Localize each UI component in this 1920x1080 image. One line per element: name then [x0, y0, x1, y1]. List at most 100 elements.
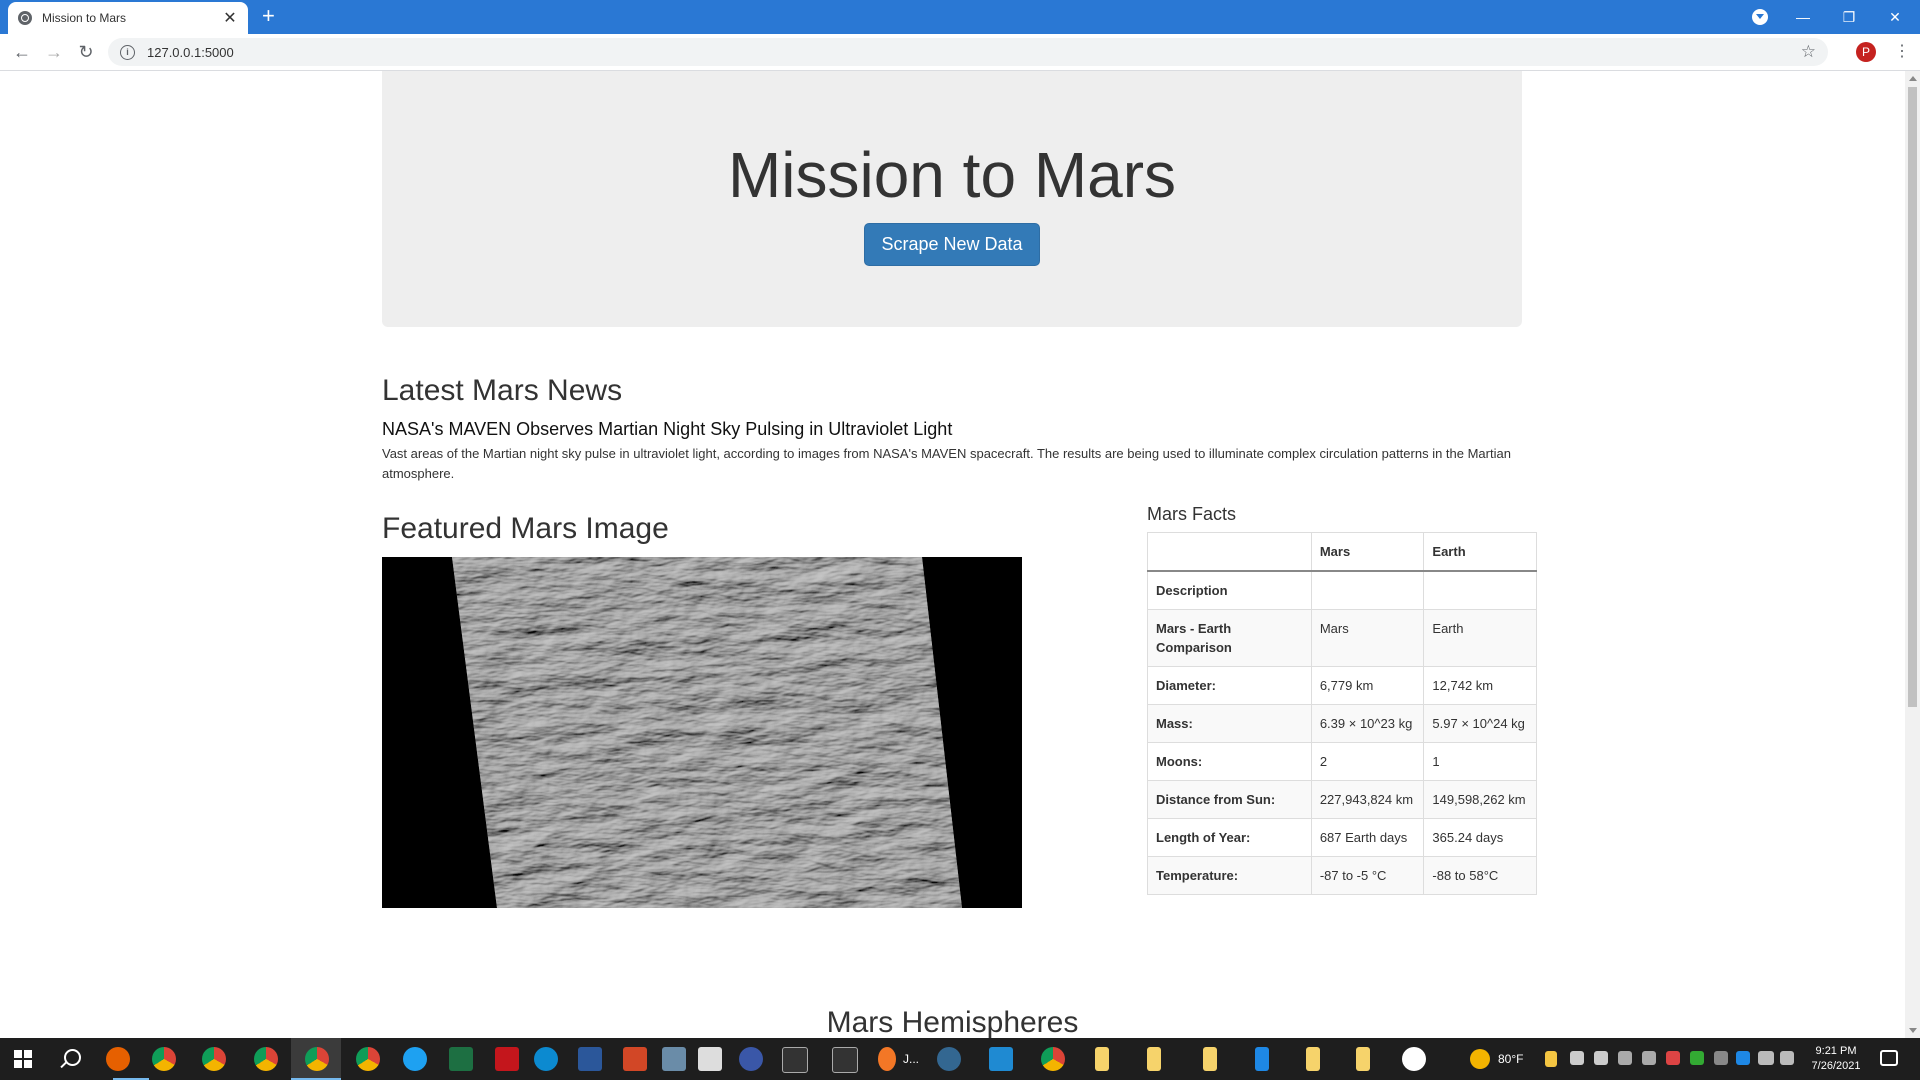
- postgres-icon[interactable]: [937, 1047, 961, 1071]
- network-icon[interactable]: [1758, 1051, 1774, 1065]
- terminal-icon[interactable]: [782, 1047, 808, 1073]
- file-icon[interactable]: [1095, 1047, 1109, 1071]
- tray-icon[interactable]: [1570, 1051, 1584, 1065]
- weather-temp: 80°F: [1498, 1052, 1524, 1066]
- acrobat-icon[interactable]: [495, 1047, 519, 1071]
- jupyter-icon[interactable]: [878, 1047, 896, 1071]
- forward-arrow-icon[interactable]: →: [42, 40, 66, 64]
- system-clock[interactable]: 9:21 PM 7/26/2021: [1800, 1044, 1872, 1074]
- page-viewport: Mission to Mars Scrape New Data Latest M…: [0, 71, 1905, 1038]
- download-icon[interactable]: [1255, 1047, 1269, 1071]
- mars-facts-heading: Mars Facts: [1147, 504, 1237, 524]
- vscode-icon[interactable]: [989, 1047, 1013, 1071]
- file-icon[interactable]: [1306, 1047, 1320, 1071]
- tray-icon[interactable]: [1690, 1051, 1704, 1065]
- security-icon[interactable]: [1545, 1051, 1557, 1067]
- back-arrow-icon[interactable]: ←: [10, 40, 34, 64]
- edge-icon[interactable]: [534, 1047, 558, 1071]
- address-bar[interactable]: i 127.0.0.1:5000 ☆: [108, 38, 1828, 66]
- store-icon[interactable]: [698, 1047, 722, 1071]
- page-scrollbar[interactable]: [1905, 71, 1920, 1038]
- earth-value: 365.24 days: [1423, 818, 1537, 857]
- close-window-button[interactable]: ✕: [1872, 0, 1918, 34]
- chrome-icon[interactable]: [254, 1047, 278, 1071]
- app-icon[interactable]: [739, 1047, 763, 1071]
- tab-title: Mission to Mars: [42, 11, 127, 25]
- search-icon[interactable]: [64, 1049, 81, 1066]
- chrome-icon[interactable]: [152, 1047, 176, 1071]
- scroll-down-icon[interactable]: [1909, 1028, 1917, 1033]
- earth-value: 1: [1423, 742, 1537, 781]
- featured-image-heading: Featured Mars Image: [382, 512, 669, 545]
- firefox-icon[interactable]: [106, 1047, 130, 1071]
- close-tab-icon[interactable]: ✕: [222, 8, 238, 28]
- reload-icon[interactable]: ↻: [74, 40, 98, 64]
- table-header-row: Mars Earth: [1147, 532, 1537, 572]
- news-paragraph: Vast areas of the Martian night sky puls…: [382, 446, 1511, 481]
- table-header-cell: Earth: [1423, 532, 1537, 572]
- scroll-up-icon[interactable]: [1909, 76, 1917, 81]
- notifications-icon[interactable]: [1880, 1050, 1898, 1066]
- file-icon[interactable]: [1203, 1047, 1217, 1071]
- news-heading: Latest Mars News: [382, 374, 623, 407]
- tray-icon[interactable]: [1666, 1051, 1680, 1065]
- excel-icon[interactable]: [449, 1047, 473, 1071]
- tray-icon[interactable]: [1642, 1051, 1656, 1065]
- powerpoint-icon[interactable]: [623, 1047, 647, 1071]
- file-icon[interactable]: [1356, 1047, 1370, 1071]
- chrome-icon[interactable]: [1041, 1047, 1065, 1071]
- tray-icon[interactable]: [1736, 1051, 1750, 1065]
- mars-value: 687 Earth days: [1310, 818, 1425, 857]
- mars-facts-table: Mars Earth Description Mars - Earth Comp…: [1147, 532, 1537, 895]
- globe-icon: [18, 11, 32, 25]
- table-row: Moons: 2 1: [1147, 742, 1537, 781]
- row-label: Mars - Earth Comparison: [1147, 609, 1312, 667]
- mars-value: 6,779 km: [1310, 666, 1425, 705]
- table-header-cell: [1147, 532, 1312, 572]
- table-row: Description: [1147, 570, 1537, 610]
- internet-explorer-icon[interactable]: [403, 1047, 427, 1071]
- minimize-button[interactable]: —: [1780, 0, 1826, 34]
- page-title: Mission to Mars: [727, 139, 1177, 211]
- chrome-icon[interactable]: [202, 1047, 226, 1071]
- earth-value: 12,742 km: [1423, 666, 1537, 705]
- row-label: Moons:: [1147, 742, 1312, 781]
- chrome-icon[interactable]: [356, 1047, 380, 1071]
- url-text[interactable]: 127.0.0.1:5000: [147, 45, 234, 60]
- weather-sun-icon[interactable]: [1470, 1049, 1490, 1069]
- scrollbar-thumb[interactable]: [1908, 87, 1917, 707]
- calculator-icon[interactable]: [662, 1047, 686, 1071]
- profile-avatar[interactable]: P: [1856, 42, 1876, 62]
- menu-kebab-icon[interactable]: ⋮: [1894, 40, 1910, 64]
- news-title: NASA's MAVEN Observes Martian Night Sky …: [382, 419, 953, 439]
- clock-date: 7/26/2021: [1811, 1060, 1861, 1072]
- tray-icon[interactable]: [1594, 1051, 1608, 1065]
- earth-value: [1423, 570, 1537, 610]
- restore-button[interactable]: ❐: [1826, 0, 1872, 34]
- table-row: Temperature: -87 to -5 °C -88 to 58°C: [1147, 856, 1537, 895]
- clock-time: 9:21 PM: [1815, 1045, 1857, 1057]
- jupyter-label: J...: [903, 1052, 920, 1066]
- bookmark-star-icon[interactable]: ☆: [1801, 42, 1816, 62]
- mars-dunes-image: [382, 557, 1022, 908]
- tray-icon[interactable]: [1618, 1051, 1632, 1065]
- table-row: Distance from Sun: 227,943,824 km 149,59…: [1147, 780, 1537, 819]
- chrome-icon[interactable]: [305, 1047, 329, 1071]
- word-icon[interactable]: [578, 1047, 602, 1071]
- scrape-new-data-button[interactable]: Scrape New Data: [864, 223, 1040, 266]
- featured-mars-image[interactable]: [382, 557, 1022, 908]
- mars-value: 227,943,824 km: [1310, 780, 1425, 819]
- tray-icon[interactable]: [1714, 1051, 1728, 1065]
- app-icon[interactable]: [1402, 1047, 1426, 1071]
- volume-icon[interactable]: [1780, 1051, 1794, 1065]
- windows-start-icon[interactable]: [14, 1050, 32, 1068]
- hero-jumbotron: Mission to Mars Scrape New Data: [382, 71, 1522, 327]
- earth-value: 149,598,262 km: [1423, 780, 1537, 819]
- info-icon[interactable]: i: [120, 44, 135, 60]
- new-tab-button[interactable]: +: [262, 4, 275, 28]
- mars-value: 2: [1310, 742, 1425, 781]
- browser-tab[interactable]: Mission to Mars ✕: [8, 2, 248, 34]
- file-icon[interactable]: [1147, 1047, 1161, 1071]
- terminal-icon[interactable]: [832, 1047, 858, 1073]
- tab-search-icon[interactable]: [1752, 9, 1768, 25]
